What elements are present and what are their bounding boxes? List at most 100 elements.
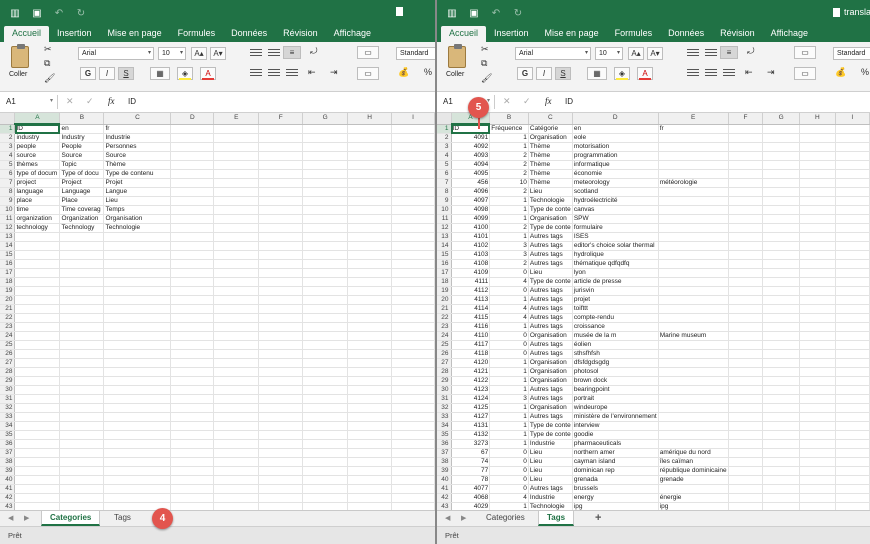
column-header[interactable]: H (799, 113, 836, 125)
cell[interactable] (302, 250, 349, 260)
cell[interactable] (170, 241, 215, 251)
cell[interactable] (103, 412, 172, 422)
cell[interactable]: cayman island (572, 457, 659, 467)
cell[interactable] (835, 313, 870, 323)
percent-icon[interactable]: % (861, 67, 869, 77)
cell[interactable] (835, 340, 870, 350)
cell[interactable]: îles caïman (658, 457, 729, 467)
cell[interactable] (728, 340, 764, 350)
cell[interactable] (14, 412, 61, 422)
cell[interactable] (14, 349, 61, 359)
cell[interactable] (213, 358, 260, 368)
cell[interactable]: Autres tags (528, 385, 573, 395)
cell[interactable]: type of docum (14, 169, 61, 179)
cell[interactable] (213, 259, 260, 269)
cell[interactable]: 1 (489, 142, 529, 152)
cell[interactable]: 2 (489, 259, 529, 269)
cell[interactable] (103, 466, 172, 476)
cell[interactable]: informatique (572, 160, 659, 170)
cell[interactable] (658, 385, 729, 395)
cell[interactable]: économie (572, 169, 659, 179)
cell[interactable] (799, 493, 836, 503)
cell[interactable] (213, 475, 260, 485)
cell[interactable] (391, 268, 435, 278)
row-header[interactable]: 16 (0, 259, 16, 269)
cell[interactable] (213, 232, 260, 242)
cell[interactable] (799, 187, 836, 197)
cell[interactable] (762, 358, 800, 368)
cell[interactable] (347, 295, 393, 305)
cell[interactable]: 1 (489, 295, 529, 305)
sheet-tab-categories[interactable]: Categories (41, 511, 101, 526)
cell[interactable]: 0 (489, 331, 529, 341)
font-name-field[interactable]: Arial ▾ (78, 47, 154, 60)
cell[interactable] (347, 358, 393, 368)
align-top-icon[interactable] (687, 49, 699, 58)
cell[interactable] (835, 466, 870, 476)
cell[interactable] (835, 124, 870, 134)
wrap-icon[interactable]: ⤾ (310, 46, 318, 57)
cell[interactable]: Marine museum (658, 331, 729, 341)
cell[interactable] (170, 259, 215, 269)
cell[interactable] (213, 340, 260, 350)
cell[interactable]: People (59, 142, 105, 152)
cell[interactable]: Lieu (528, 448, 573, 458)
cell[interactable] (799, 223, 836, 233)
cell[interactable] (347, 277, 393, 287)
cell[interactable] (799, 358, 836, 368)
tab-3[interactable]: Formules (607, 26, 661, 42)
name-box[interactable]: A1 (6, 97, 16, 106)
cell[interactable] (258, 430, 304, 440)
save-icon[interactable]: ▣ (467, 6, 481, 20)
row-header[interactable]: 8 (0, 187, 16, 197)
row-header[interactable]: 23 (437, 322, 452, 332)
cell[interactable] (258, 493, 304, 503)
cell[interactable]: Industry (59, 133, 105, 143)
cell[interactable] (762, 331, 800, 341)
merge-center-icon[interactable]: ▭ (794, 67, 816, 80)
paste-icon[interactable] (11, 44, 29, 68)
cell[interactable] (213, 223, 260, 233)
select-all-corner[interactable] (437, 113, 452, 125)
cell[interactable] (258, 241, 304, 251)
cell[interactable] (103, 349, 172, 359)
cell[interactable] (835, 223, 870, 233)
cell[interactable]: croissance (572, 322, 659, 332)
cell[interactable] (762, 151, 800, 161)
cell[interactable] (347, 133, 393, 143)
cell[interactable] (14, 331, 61, 341)
font-size-field[interactable]: 10 ▾ (595, 47, 623, 60)
cell[interactable] (835, 169, 870, 179)
cell[interactable]: fr (658, 124, 729, 134)
cell[interactable] (728, 205, 764, 215)
cell[interactable]: northern amer (572, 448, 659, 458)
cell[interactable] (213, 268, 260, 278)
row-header[interactable]: 9 (437, 196, 452, 206)
cell[interactable]: 1 (489, 385, 529, 395)
cell[interactable] (258, 223, 304, 233)
cell[interactable]: énergie (658, 493, 729, 503)
cell[interactable] (302, 295, 349, 305)
row-header[interactable]: 40 (0, 475, 16, 485)
row-header[interactable]: 35 (437, 430, 452, 440)
cell[interactable]: 4093 (451, 151, 491, 161)
cell[interactable] (762, 322, 800, 332)
cell[interactable] (799, 214, 836, 224)
row-header[interactable]: 33 (0, 412, 16, 422)
cell[interactable] (658, 403, 729, 413)
cell[interactable] (213, 439, 260, 449)
cell[interactable] (728, 295, 764, 305)
cell[interactable] (391, 142, 435, 152)
cell[interactable] (302, 358, 349, 368)
cell[interactable] (762, 124, 800, 134)
cell[interactable] (658, 232, 729, 242)
sidebar-icon[interactable]: ▥ (8, 6, 22, 20)
cell[interactable]: 1 (489, 214, 529, 224)
copy-icon[interactable]: ⧉ (481, 58, 487, 69)
cell[interactable] (347, 376, 393, 386)
cell[interactable] (14, 340, 61, 350)
merge-center-icon[interactable]: ▭ (357, 67, 379, 80)
cell[interactable]: 0 (489, 484, 529, 494)
align-center-icon[interactable] (268, 69, 280, 78)
cell[interactable] (391, 250, 435, 260)
